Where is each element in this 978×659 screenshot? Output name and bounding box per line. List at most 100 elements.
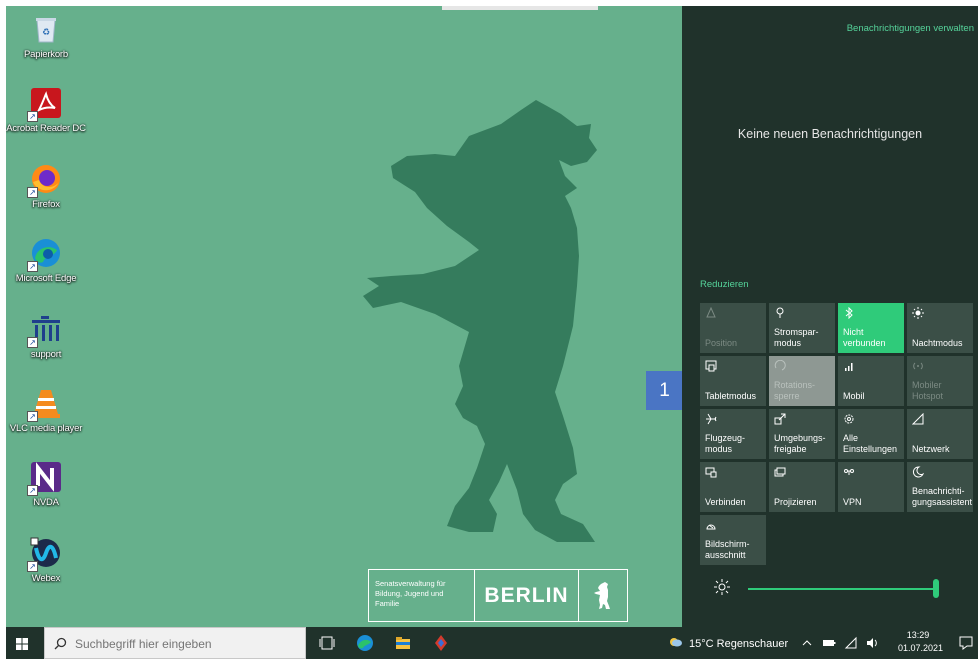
shortcut-arrow-icon: ↗ (27, 111, 38, 122)
desktop: ♻ Papierkorb ↗ Acrobat Reader DC ↗ Firef… (6, 6, 682, 627)
quick-actions-grid: Position Stromspar-modus Nicht verbunden… (700, 303, 976, 565)
tile-connect[interactable]: Verbinden (700, 462, 766, 512)
brightness-thumb[interactable] (933, 579, 939, 598)
weather-text: 15°C Regenschauer (689, 637, 789, 650)
tile-night-light[interactable]: Nachtmodus (907, 303, 973, 353)
tile-focus-assist[interactable]: Benachrichti-gungsassistent (907, 462, 973, 512)
bluetooth-icon (843, 307, 855, 319)
tile-vpn[interactable]: VPN (838, 462, 904, 512)
tile-label: Tabletmodus (705, 391, 757, 401)
action-center-panel: Benachrichtigungen verwalten Keine neuen… (682, 6, 978, 627)
tile-all-settings[interactable]: Alle Einstellungen (838, 409, 904, 459)
brightness-icon (714, 579, 730, 595)
berlin-senate-logo: Senatsverwaltung für Bildung, Jugend und… (368, 569, 628, 622)
manage-notifications-link[interactable]: Benachrichtigungen verwalten (847, 23, 974, 34)
battery-icon[interactable] (822, 636, 836, 650)
shortcut-arrow-icon: ↗ (27, 261, 38, 272)
tile-nearby-sharing[interactable]: Umgebungs-freigabe (769, 409, 835, 459)
bear-logo-icon (579, 570, 627, 621)
berlin-bear-wallpaper (363, 100, 597, 542)
rotation-lock-icon (774, 360, 786, 372)
tile-tablet-mode[interactable]: Tabletmodus (700, 356, 766, 406)
tile-label: Verbinden (705, 497, 746, 507)
desktop-icon-label: VLC media player (9, 423, 83, 434)
nearby-sharing-icon (774, 413, 786, 425)
support-icon: ↗ (27, 312, 63, 348)
nvda-icon: ↗ (27, 460, 63, 496)
desktop-icon-firefox[interactable]: ↗ Firefox (6, 162, 86, 210)
shortcut-arrow-icon: ↗ (27, 411, 38, 422)
tile-label: Mobiler Hotspot (912, 380, 944, 401)
tile-label: Bildschirm-ausschnitt (705, 539, 750, 560)
tile-label: Flugzeug-modus (705, 433, 746, 454)
clock-time: 13:29 (906, 630, 930, 640)
search-icon (54, 637, 67, 650)
tile-network[interactable]: Netzwerk (907, 409, 973, 459)
desktop-icon-webex[interactable]: ↗ Webex (6, 536, 86, 584)
city-name: BERLIN (475, 570, 579, 621)
settings-gear-icon (843, 413, 855, 425)
task-view-icon[interactable] (318, 634, 336, 652)
taskbar-search-box[interactable] (44, 627, 306, 659)
tile-label: Benachrichti-gungsassistent (912, 486, 973, 507)
svg-text:♻: ♻ (42, 28, 50, 38)
desktop-icon-acrobat[interactable]: ↗ Acrobat Reader DC (6, 86, 86, 134)
brightness-slider[interactable] (700, 574, 962, 604)
windows-start-icon[interactable] (16, 637, 28, 650)
file-explorer-icon[interactable] (394, 634, 412, 652)
tile-airplane-mode[interactable]: Flugzeug-modus (700, 409, 766, 459)
tile-mobile-hotspot[interactable]: Mobiler Hotspot (907, 356, 973, 406)
vpn-icon (843, 466, 855, 478)
tile-rotation-lock[interactable]: Rotations-sperre (769, 356, 835, 406)
tile-bluetooth[interactable]: Nicht verbunden (838, 303, 904, 353)
brightness-track[interactable] (748, 588, 936, 590)
tile-battery-saver[interactable]: Stromspar-modus (769, 303, 835, 353)
desktop-icon-vlc[interactable]: ↗ VLC media player (6, 386, 86, 434)
no-notifications-message: Keine neuen Benachrichtigungen (737, 127, 923, 141)
edge-icon: ↗ (27, 236, 63, 272)
desktop-icon-label: Microsoft Edge (15, 273, 77, 284)
tile-screen-snip[interactable]: Bildschirm-ausschnitt (700, 515, 766, 565)
desktop-icon-support[interactable]: ↗ support (6, 312, 86, 360)
focus-assist-icon (912, 466, 924, 478)
tile-label: Rotations-sperre (774, 380, 816, 401)
desktop-icon-label: Papierkorb (24, 49, 68, 60)
tile-label: Projizieren (774, 497, 817, 507)
shortcut-arrow-icon: ↗ (27, 561, 38, 572)
vlc-icon: ↗ (27, 386, 63, 422)
search-input[interactable] (75, 632, 295, 656)
edge-taskbar-icon[interactable] (356, 634, 374, 652)
taskbar: 15°C Regenschauer 13:29 01.07.2021 (6, 627, 978, 659)
action-center-button-icon[interactable] (958, 635, 974, 651)
desktop-icon-label: Acrobat Reader DC (6, 123, 86, 134)
hotspot-icon (912, 360, 924, 372)
department-name: Senatsverwaltung für Bildung, Jugend und… (369, 570, 475, 621)
firefox-icon: ↗ (27, 162, 63, 198)
pinned-app-icon[interactable] (432, 634, 450, 652)
desktop-icon-label: support (30, 349, 62, 360)
system-clock[interactable]: 13:29 01.07.2021 (898, 629, 943, 655)
shortcut-arrow-icon: ↗ (27, 337, 38, 348)
desktop-icon-recycle-bin[interactable]: ♻ Papierkorb (6, 12, 86, 60)
tile-project[interactable]: Projizieren (769, 462, 835, 512)
network-tray-icon[interactable] (844, 636, 858, 650)
tile-cellular[interactable]: Mobil (838, 356, 904, 406)
weather-widget[interactable]: 15°C Regenschauer (669, 636, 788, 651)
desktop-icon-edge[interactable]: ↗ Microsoft Edge (6, 236, 86, 284)
desktop-icon-label: Webex (31, 573, 61, 584)
tile-location[interactable]: Position (700, 303, 766, 353)
desktop-icon-nvda[interactable]: ↗ NVDA (6, 460, 86, 508)
volume-icon[interactable] (866, 636, 880, 650)
shortcut-arrow-icon: ↗ (27, 485, 38, 496)
connect-icon (705, 466, 717, 478)
shortcut-arrow-icon: ↗ (27, 187, 38, 198)
desktop-icon-label: NVDA (33, 497, 59, 508)
snip-icon (705, 519, 717, 531)
desktop-icon-label: Firefox (32, 199, 60, 210)
cellular-icon (843, 360, 855, 372)
tile-label: Nachtmodus (912, 338, 963, 348)
chevron-up-icon[interactable] (800, 636, 814, 650)
tablet-mode-icon (705, 360, 717, 372)
collapse-quick-actions-link[interactable]: Reduzieren (700, 279, 749, 290)
tile-label: Alle Einstellungen (843, 433, 898, 454)
